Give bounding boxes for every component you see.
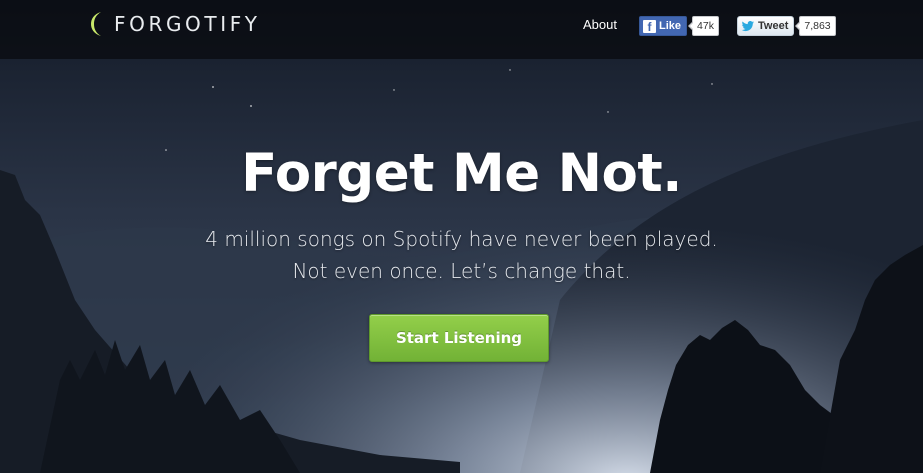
landing-page: FORGOTIFY About f Like 47k Tweet 7,863 F… xyxy=(0,0,923,473)
facebook-like-count: 47k xyxy=(688,16,719,36)
twitter-tweet-widget: Tweet 7,863 xyxy=(737,16,836,36)
facebook-like-widget: f Like 47k xyxy=(639,16,719,36)
twitter-tweet-label: Tweet xyxy=(758,20,789,32)
facebook-f-icon: f xyxy=(643,19,656,33)
hero-subtitle-line1: 4 million songs on Spotify have never be… xyxy=(205,227,718,251)
twitter-tweet-button[interactable]: Tweet xyxy=(737,16,795,36)
top-navigation-bar: FORGOTIFY About f Like 47k Tweet 7,863 xyxy=(0,0,923,59)
hero-title: Forget Me Not. xyxy=(241,143,682,204)
twitter-tweet-count: 7,863 xyxy=(795,16,836,36)
twitter-bird-icon xyxy=(741,20,755,31)
facebook-like-button[interactable]: f Like xyxy=(639,16,688,36)
start-listening-button[interactable]: Start Listening xyxy=(369,314,549,362)
crescent-moon-icon xyxy=(91,12,101,36)
brand-name: FORGOTIFY xyxy=(114,12,261,36)
facebook-like-label: Like xyxy=(659,20,682,32)
brand-logo[interactable]: FORGOTIFY xyxy=(88,9,261,39)
hero-subtitle-line2: Not even once. Let’s change that. xyxy=(292,259,631,283)
about-link[interactable]: About xyxy=(583,17,617,32)
